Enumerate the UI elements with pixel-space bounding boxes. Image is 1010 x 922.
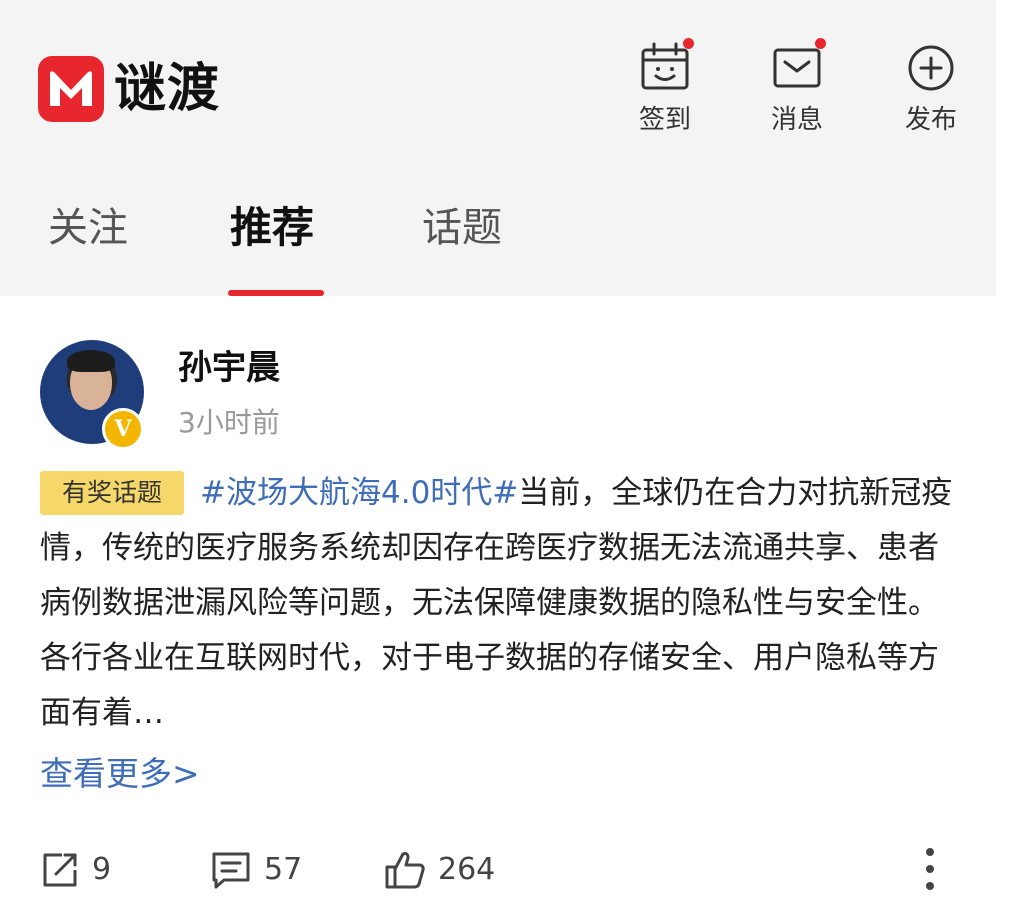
like-button[interactable]: 264 (384, 848, 495, 892)
checkin-label: 签到 (638, 105, 691, 135)
publish-button[interactable]: 发布 (886, 38, 976, 136)
feed-tabs: 关注 推荐 话题 (0, 178, 996, 296)
calendar-checkin-icon (637, 38, 694, 94)
app-screen: 谜渡 签到 消息 发布 关注 推荐 话题 V 孙宇晨 3小时前 有奖话题 #波场… (0, 0, 996, 922)
app-logo[interactable]: 谜渡 (38, 56, 220, 122)
publish-label: 发布 (904, 105, 957, 135)
checkin-badge-dot (683, 38, 694, 49)
read-more-link[interactable]: 查看更多> (40, 752, 200, 796)
comment-button[interactable]: 57 (210, 848, 302, 892)
checkin-button[interactable]: 签到 (620, 38, 710, 136)
topic-link[interactable]: #波场大航海4.0时代# (200, 475, 518, 511)
tab-following[interactable]: 关注 (48, 198, 128, 258)
verified-badge-icon: V (102, 408, 144, 450)
post-content[interactable]: 有奖话题 #波场大航海4.0时代#当前，全球仍在合力对抗新冠疫情，传统的医疗服务系… (40, 466, 960, 741)
thumbs-up-icon (384, 849, 426, 891)
comment-icon (210, 850, 252, 890)
messages-label: 消息 (770, 105, 823, 135)
share-count: 9 (92, 852, 112, 887)
share-button[interactable]: 9 (40, 848, 111, 892)
like-count: 264 (438, 852, 496, 887)
share-icon (40, 850, 80, 890)
top-header: 谜渡 签到 消息 发布 (0, 0, 996, 175)
reward-topic-tag[interactable]: 有奖话题 (40, 471, 185, 515)
post-actions-bar: 9 57 264 (0, 842, 996, 902)
messages-badge-dot (815, 38, 826, 49)
plus-circle-icon (903, 38, 959, 94)
post-time: 3小时前 (178, 406, 280, 439)
avatar-hair (67, 350, 115, 372)
author-name[interactable]: 孙宇晨 (178, 348, 280, 388)
header-actions: 签到 消息 发布 (620, 38, 980, 148)
comment-count: 57 (264, 852, 303, 887)
screen-edge (996, 0, 1010, 922)
app-name: 谜渡 (114, 59, 221, 119)
more-options-button[interactable] (918, 842, 942, 896)
tab-recommended[interactable]: 推荐 (230, 198, 314, 258)
messages-button[interactable]: 消息 (752, 38, 842, 136)
tab-topics[interactable]: 话题 (422, 198, 502, 258)
more-vertical-icon (918, 848, 942, 900)
envelope-icon (769, 38, 826, 94)
post-card[interactable]: V 孙宇晨 3小时前 有奖话题 #波场大航海4.0时代#当前，全球仍在合力对抗新冠… (0, 296, 996, 922)
logo-m-icon (38, 56, 104, 122)
